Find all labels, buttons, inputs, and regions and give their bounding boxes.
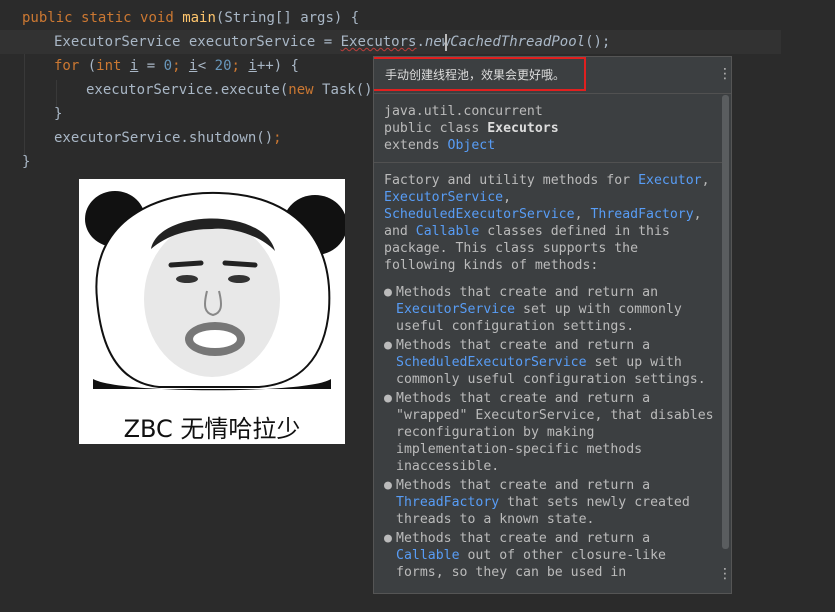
- code-line-5[interactable]: }: [54, 102, 62, 126]
- code-text: ();: [585, 34, 611, 50]
- bullet-icon: ●: [384, 285, 392, 300]
- panda-face-illustration: [85, 191, 345, 391]
- code-text: (: [79, 58, 97, 74]
- bullet-icon: ●: [384, 531, 392, 546]
- meme-image: ZBC 无情哈拉少: [79, 179, 345, 444]
- package-line: java.util.concurrent: [384, 104, 543, 119]
- more-vertical-icon[interactable]: ⋮: [718, 567, 731, 581]
- code-text: executorService.execute(: [86, 82, 289, 98]
- link-executor[interactable]: Executor: [638, 173, 702, 188]
- code-line-6[interactable]: executorService.shutdown();: [54, 126, 282, 150]
- doc-body: java.util.concurrent public class Execut…: [374, 103, 724, 583]
- intro-text: ,: [701, 173, 710, 188]
- list-item: ● Methods that create and return a Schedu…: [384, 337, 714, 388]
- code-line-4[interactable]: executorService.execute(new Task()): [86, 78, 381, 102]
- link-callable[interactable]: Callable: [396, 548, 460, 563]
- code-text: =: [315, 34, 341, 50]
- highlight-box: [374, 57, 586, 91]
- code-text: ++) {: [256, 58, 299, 74]
- code-line-2[interactable]: ExecutorService executorService = Execut…: [0, 30, 781, 54]
- text-caret: [445, 34, 447, 51]
- semicolon: ;: [231, 58, 240, 74]
- keyword: static: [81, 10, 132, 26]
- intro-text: Factory and utility methods for: [384, 173, 639, 188]
- semicolon: ;: [273, 130, 282, 146]
- link-executorservice[interactable]: ExecutorService: [396, 302, 515, 317]
- documentation-popup[interactable]: 手动创建线程池，效果会更好哦。 ⋮ java.util.concurrent p…: [373, 56, 732, 594]
- keyword: for: [54, 58, 80, 74]
- keyword: int: [96, 58, 122, 74]
- number-literal: 0: [163, 58, 173, 74]
- extends-text: extends: [384, 138, 448, 153]
- keyword: void: [140, 10, 174, 26]
- type-name: ExecutorService: [54, 34, 181, 50]
- code-text: .: [416, 34, 425, 50]
- code-line-7[interactable]: }: [22, 150, 30, 174]
- divider: [374, 162, 724, 163]
- code-text: }: [22, 154, 31, 170]
- bullet-text: Methods that create and return a: [396, 478, 651, 493]
- link-threadfactory[interactable]: ThreadFactory: [590, 207, 693, 222]
- method-kinds-list: ● Methods that create and return an Execu…: [384, 284, 714, 581]
- list-item: ● Methods that create and return a "wrapp…: [384, 390, 714, 475]
- more-vertical-icon[interactable]: ⋮: [718, 67, 731, 81]
- meme-caption: ZBC 无情哈拉少: [123, 415, 301, 443]
- code-text: executorService.shutdown(): [54, 130, 274, 146]
- bullet-icon: ●: [384, 391, 392, 406]
- link-callable[interactable]: Callable: [416, 224, 480, 239]
- bullet-text: Methods that create and return a "wrappe…: [396, 391, 714, 474]
- variable-name: executorService: [188, 34, 316, 50]
- keyword: public: [22, 10, 73, 26]
- class-name: Executors: [487, 121, 559, 136]
- intro-text: ,: [503, 190, 512, 205]
- link-threadfactory[interactable]: ThreadFactory: [396, 495, 499, 510]
- list-item: ● Methods that create and return an Execu…: [384, 284, 714, 335]
- link-scheduledexecutorservice[interactable]: ScheduledExecutorService: [384, 207, 575, 222]
- method-name: main: [182, 10, 216, 26]
- semicolon: ;: [172, 58, 181, 74]
- code-text: Task()): [313, 82, 382, 98]
- list-item: ● Methods that create and return a Thread…: [384, 477, 714, 528]
- code-text: =: [138, 58, 164, 74]
- decl-text: public class: [384, 121, 488, 136]
- link-object[interactable]: Object: [448, 138, 496, 153]
- bullet-icon: ●: [384, 338, 392, 353]
- code-text: (String[] args) {: [215, 10, 360, 26]
- code-line-3[interactable]: for (int i = 0; i < 20; i++) {: [54, 54, 299, 78]
- class-declaration: public class Executors: [384, 120, 714, 137]
- bullet-text: Methods that create and return a: [396, 338, 651, 353]
- number-literal: 20: [214, 58, 232, 74]
- scrollbar[interactable]: [722, 95, 729, 549]
- bullet-text: Methods that create and return a: [396, 531, 651, 546]
- extends-line: extends Object: [384, 137, 714, 154]
- class-reference[interactable]: Executors: [341, 34, 417, 50]
- list-item: ● Methods that create and return a Callab…: [384, 530, 714, 581]
- intro-paragraph: Factory and utility methods for Executor…: [384, 172, 714, 274]
- link-executorservice[interactable]: ExecutorService: [384, 190, 503, 205]
- bullet-text: Methods that create and return an: [396, 285, 659, 300]
- link-scheduledexecutorservice[interactable]: ScheduledExecutorService: [396, 355, 587, 370]
- keyword: new: [288, 82, 314, 98]
- intro-text: ,: [574, 207, 591, 222]
- bullet-icon: ●: [384, 478, 392, 493]
- code-text: <: [189, 58, 215, 74]
- loop-variable: i: [248, 58, 257, 74]
- code-text: }: [54, 106, 63, 122]
- code-line-1[interactable]: public static void main(String[] args) {: [22, 6, 359, 30]
- static-call[interactable]: newCachedThreadPool: [425, 34, 585, 50]
